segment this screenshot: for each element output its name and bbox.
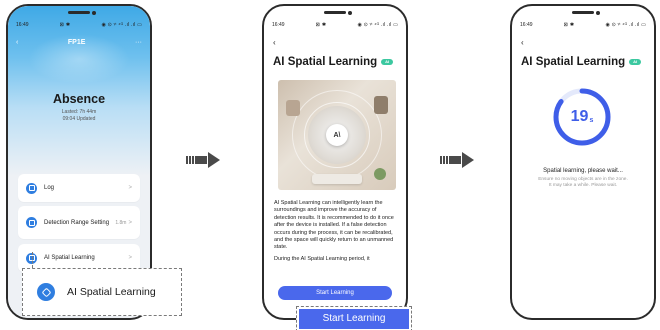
- status-icons-right: ◉ ⊙ ᵞᵗ ⁴ᴳ .ıl .ıl ▭: [605, 22, 646, 28]
- phone3-screen: 16:49 ⊠ ✱ ◉ ⊙ ᵞᵗ ⁴ᴳ .ıl .ıl ▭ ‹ AI Spati…: [512, 6, 654, 318]
- back-icon[interactable]: ‹: [16, 39, 18, 46]
- step-arrow-icon: [440, 152, 475, 168]
- page-title: AI Spatial Learning AI: [273, 56, 394, 68]
- target-icon: [26, 217, 37, 228]
- start-learning-button[interactable]: Start Learning: [278, 286, 392, 300]
- callout-label: AI Spatial Learning: [67, 286, 156, 298]
- log-label: Log: [44, 185, 55, 191]
- presence-status: Absence Lasted: 7h 44m 09:04 Updated: [8, 92, 150, 123]
- room-armchair: [374, 96, 388, 114]
- log-icon: [26, 182, 37, 194]
- phone-ai-learning-intro: 16:49 ⊠ ✱ ◉ ⊙ ᵞᵗ ⁴ᴳ .ıl .ıl ▭ ‹ AI Spati…: [262, 4, 408, 320]
- countdown-progress-ring: 19 s: [551, 86, 613, 148]
- cube-icon: [37, 283, 55, 301]
- room-chair: [286, 100, 300, 116]
- phone-speaker: [324, 10, 352, 15]
- status-bar: 16:49 ⊠ ✱ ◉ ⊙ ᵞᵗ ⁴ᴳ .ıl .ıl ▭: [272, 21, 398, 29]
- more-icon[interactable]: ···: [135, 39, 142, 46]
- ai-badge: AI: [381, 59, 394, 65]
- sensor-device-logo: A\: [326, 124, 348, 146]
- status-bar: 16:49 ⊠ ✱ ◉ ⊙ ᵞᵗ ⁴ᴳ .ıl .ıl ▭: [520, 21, 646, 29]
- countdown-value: 19 s: [551, 86, 613, 148]
- phone-speaker: [68, 10, 96, 15]
- room-illustration: A\: [278, 80, 396, 190]
- device-title: FP1E: [67, 38, 86, 46]
- detection-range-label: Detection Range Setting: [44, 219, 110, 226]
- status-icons-mid: ⊠ ✱: [315, 22, 327, 28]
- back-icon[interactable]: ‹: [273, 38, 276, 47]
- learning-status-text: Spatial learning, please wait...: [543, 168, 623, 174]
- status-icons-mid: ⊠ ✱: [563, 22, 575, 28]
- scroll-fade: [264, 268, 406, 284]
- page-title: AI Spatial Learning AI: [521, 56, 642, 68]
- log-card[interactable]: Log >: [18, 174, 140, 202]
- presence-state: Absence: [52, 92, 106, 106]
- page-title-text: AI Spatial Learning: [273, 56, 378, 68]
- description-paragraph: During the AI Spatial Learning period, i…: [274, 255, 370, 262]
- back-icon[interactable]: ‹: [521, 38, 524, 47]
- learning-hint-2: It may take a while. Please wait.: [548, 183, 618, 189]
- start-learning-callout: Start Learning: [296, 306, 412, 330]
- presence-updated: 09:04 Updated: [62, 116, 96, 122]
- callout-start-learning: Start Learning: [299, 309, 409, 329]
- description-paragraph: AI Spatial Learning can intelligently le…: [274, 200, 394, 251]
- status-icons-right: ◉ ⊙ ᵞᵗ ⁴ᴳ .ıl .ıl ▭: [357, 22, 398, 28]
- status-icons-mid: ⊠ ✱: [59, 22, 71, 28]
- room-plant: [374, 168, 386, 180]
- device-header-gradient: [8, 6, 150, 176]
- status-time: 16:49: [272, 22, 285, 28]
- callout-connector: [32, 252, 33, 268]
- page-title-text: AI Spatial Learning: [521, 56, 626, 68]
- step-arrow-icon: [186, 152, 221, 168]
- ai-badge: AI: [629, 59, 642, 65]
- presence-lasted: Lasted: 7h 44m: [61, 109, 97, 115]
- chevron-right-icon: >: [128, 185, 132, 191]
- status-time: 16:49: [520, 22, 533, 28]
- status-bar: 16:49 ⊠ ✱ ◉ ⊙ ᵞᵗ ⁴ᴳ .ıl .ıl ▭: [16, 21, 142, 29]
- chevron-right-icon: >: [128, 255, 132, 261]
- phone2-screen: 16:49 ⊠ ✱ ◉ ⊙ ᵞᵗ ⁴ᴳ .ıl .ıl ▭ ‹ AI Spati…: [264, 6, 406, 318]
- status-time: 16:49: [16, 22, 29, 28]
- phone-speaker: [572, 10, 600, 15]
- ai-spatial-learning-callout: AI Spatial Learning: [22, 268, 182, 316]
- status-icons-right: ◉ ⊙ ᵞᵗ ⁴ᴳ .ıl .ıl ▭: [101, 22, 142, 28]
- device-nav-bar: ‹ FP1E ···: [16, 36, 142, 48]
- detection-range-card[interactable]: Detection Range Setting 1.8m >: [18, 206, 140, 239]
- room-sofa: [312, 174, 362, 184]
- ai-spatial-learning-label: AI Spatial Learning: [44, 255, 95, 261]
- chevron-right-icon: >: [128, 219, 132, 226]
- detection-range-value: 1.8m: [115, 219, 127, 226]
- description-text: AI Spatial Learning can intelligently le…: [274, 200, 396, 263]
- countdown-number: 19: [570, 108, 589, 125]
- learning-message: Spatial learning, please wait... Ensure …: [518, 168, 648, 190]
- phone-ai-learning-progress: 16:49 ⊠ ✱ ◉ ⊙ ᵞᵗ ⁴ᴳ .ıl .ıl ▭ ‹ AI Spati…: [510, 4, 656, 320]
- countdown-unit: s: [589, 116, 594, 124]
